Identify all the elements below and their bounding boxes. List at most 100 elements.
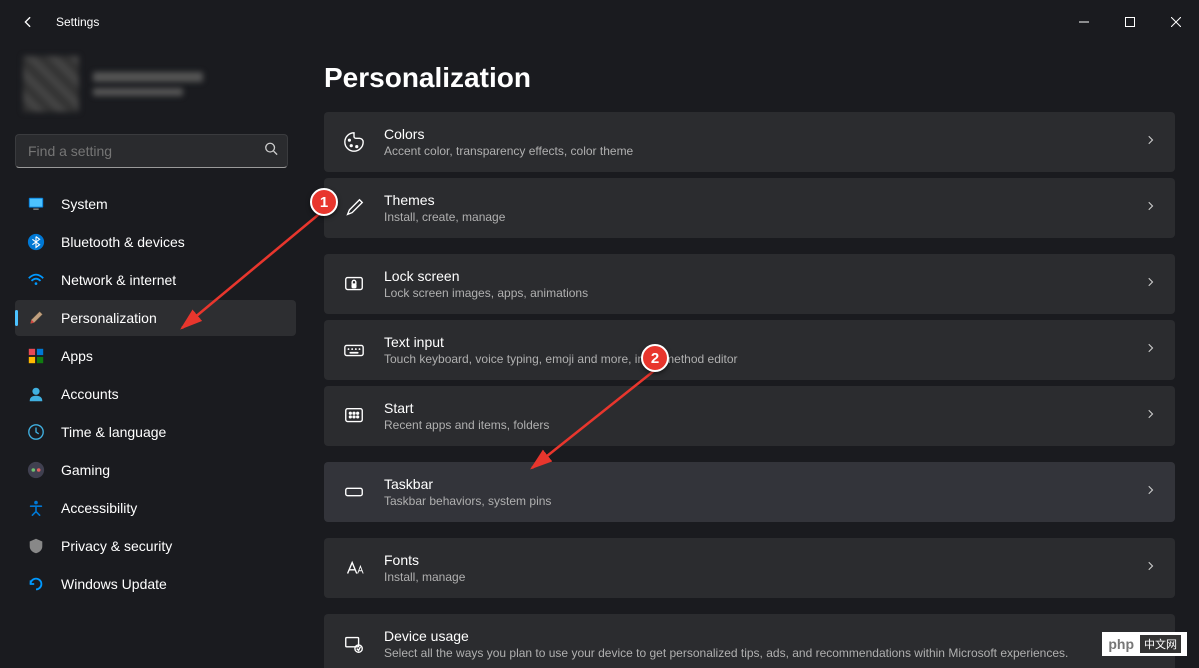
sidebar-item-label: Windows Update — [61, 576, 167, 592]
accessibility-icon — [27, 499, 45, 517]
option-themes[interactable]: Themes Install, create, manage — [324, 178, 1175, 238]
close-button[interactable] — [1153, 6, 1199, 38]
chevron-right-icon — [1145, 341, 1157, 359]
start-icon — [342, 404, 366, 428]
close-icon — [1171, 17, 1181, 27]
search-icon — [264, 142, 278, 161]
minimize-icon — [1079, 17, 1089, 27]
sidebar-item-label: Gaming — [61, 462, 110, 478]
fonts-icon — [342, 556, 366, 580]
option-title: Themes — [384, 192, 1145, 208]
option-desc: Taskbar behaviors, system pins — [384, 494, 1145, 508]
option-text: Colors Accent color, transparency effect… — [384, 126, 1145, 158]
sidebar-item-accounts[interactable]: Accounts — [15, 376, 296, 412]
sidebar-item-gaming[interactable]: Gaming — [15, 452, 296, 488]
apps-icon — [27, 347, 45, 365]
annotation-badge-2: 2 — [641, 344, 669, 372]
sidebar-item-label: Apps — [61, 348, 93, 364]
settings-list: Colors Accent color, transparency effect… — [324, 112, 1175, 668]
sidebar-item-windows-update[interactable]: Windows Update — [15, 566, 296, 602]
sidebar-item-label: Privacy & security — [61, 538, 172, 554]
sidebar-item-label: System — [61, 196, 108, 212]
annotation-badge-1: 1 — [310, 188, 338, 216]
watermark: php 中文网 — [1102, 632, 1187, 656]
sidebar-item-privacy[interactable]: Privacy & security — [15, 528, 296, 564]
profile-name-blurred — [93, 72, 203, 82]
option-text: Lock screen Lock screen images, apps, an… — [384, 268, 1145, 300]
option-desc: Lock screen images, apps, animations — [384, 286, 1145, 300]
nav-list: System Bluetooth & devices Network & int… — [15, 186, 296, 602]
option-taskbar[interactable]: Taskbar Taskbar behaviors, system pins — [324, 462, 1175, 522]
option-colors[interactable]: Colors Accent color, transparency effect… — [324, 112, 1175, 172]
gamepad-icon — [27, 461, 45, 479]
option-title: Text input — [384, 334, 1145, 350]
page-title: Personalization — [324, 62, 1175, 94]
option-title: Fonts — [384, 552, 1145, 568]
window-controls — [1061, 6, 1199, 38]
avatar — [23, 56, 79, 112]
option-text: Fonts Install, manage — [384, 552, 1145, 584]
option-desc: Recent apps and items, folders — [384, 418, 1145, 432]
option-text: Device usage Select all the ways you pla… — [384, 628, 1145, 660]
brush-icon — [342, 196, 366, 220]
search-container — [15, 134, 288, 168]
palette-icon — [342, 130, 366, 154]
person-icon — [27, 385, 45, 403]
sidebar-item-time-language[interactable]: Time & language — [15, 414, 296, 450]
option-title: Device usage — [384, 628, 1145, 644]
titlebar: Settings — [0, 0, 1199, 44]
maximize-button[interactable] — [1107, 6, 1153, 38]
sidebar-item-personalization[interactable]: Personalization — [15, 300, 296, 336]
main-content: Personalization Colors Accent color, tra… — [300, 44, 1199, 668]
option-fonts[interactable]: Fonts Install, manage — [324, 538, 1175, 598]
sidebar-item-label: Bluetooth & devices — [61, 234, 185, 250]
option-desc: Install, create, manage — [384, 210, 1145, 224]
sidebar-item-apps[interactable]: Apps — [15, 338, 296, 374]
keyboard-icon — [342, 338, 366, 362]
option-text: Themes Install, create, manage — [384, 192, 1145, 224]
chevron-right-icon — [1145, 199, 1157, 217]
chevron-right-icon — [1145, 559, 1157, 577]
chevron-right-icon — [1145, 133, 1157, 151]
option-device-usage[interactable]: Device usage Select all the ways you pla… — [324, 614, 1175, 668]
taskbar-icon — [342, 480, 366, 504]
option-start[interactable]: Start Recent apps and items, folders — [324, 386, 1175, 446]
option-title: Taskbar — [384, 476, 1145, 492]
option-text: Start Recent apps and items, folders — [384, 400, 1145, 432]
back-button[interactable] — [18, 12, 38, 32]
option-text-input[interactable]: Text input Touch keyboard, voice typing,… — [324, 320, 1175, 380]
option-title: Colors — [384, 126, 1145, 142]
sidebar-item-label: Network & internet — [61, 272, 176, 288]
chevron-right-icon — [1145, 407, 1157, 425]
sidebar-item-label: Personalization — [61, 310, 157, 326]
sidebar-item-system[interactable]: System — [15, 186, 296, 222]
sidebar-item-network[interactable]: Network & internet — [15, 262, 296, 298]
option-desc: Install, manage — [384, 570, 1145, 584]
sidebar: System Bluetooth & devices Network & int… — [0, 44, 300, 668]
update-icon — [27, 575, 45, 593]
profile-section[interactable] — [15, 44, 296, 122]
sidebar-item-bluetooth[interactable]: Bluetooth & devices — [15, 224, 296, 260]
sidebar-item-accessibility[interactable]: Accessibility — [15, 490, 296, 526]
option-text: Text input Touch keyboard, voice typing,… — [384, 334, 1145, 366]
clock-globe-icon — [27, 423, 45, 441]
maximize-icon — [1125, 17, 1135, 27]
option-text: Taskbar Taskbar behaviors, system pins — [384, 476, 1145, 508]
chevron-right-icon — [1145, 483, 1157, 501]
chevron-right-icon — [1145, 275, 1157, 293]
back-arrow-icon — [21, 15, 35, 29]
profile-info — [93, 72, 203, 96]
option-desc: Accent color, transparency effects, colo… — [384, 144, 1145, 158]
device-usage-icon — [342, 632, 366, 656]
option-title: Start — [384, 400, 1145, 416]
minimize-button[interactable] — [1061, 6, 1107, 38]
shield-icon — [27, 537, 45, 555]
profile-email-blurred — [93, 88, 183, 96]
option-desc: Touch keyboard, voice typing, emoji and … — [384, 352, 1145, 366]
option-lock-screen[interactable]: Lock screen Lock screen images, apps, an… — [324, 254, 1175, 314]
option-title: Lock screen — [384, 268, 1145, 284]
system-icon — [27, 195, 45, 213]
window-title: Settings — [56, 15, 99, 29]
paintbrush-icon — [27, 309, 45, 327]
search-input[interactable] — [15, 134, 288, 168]
